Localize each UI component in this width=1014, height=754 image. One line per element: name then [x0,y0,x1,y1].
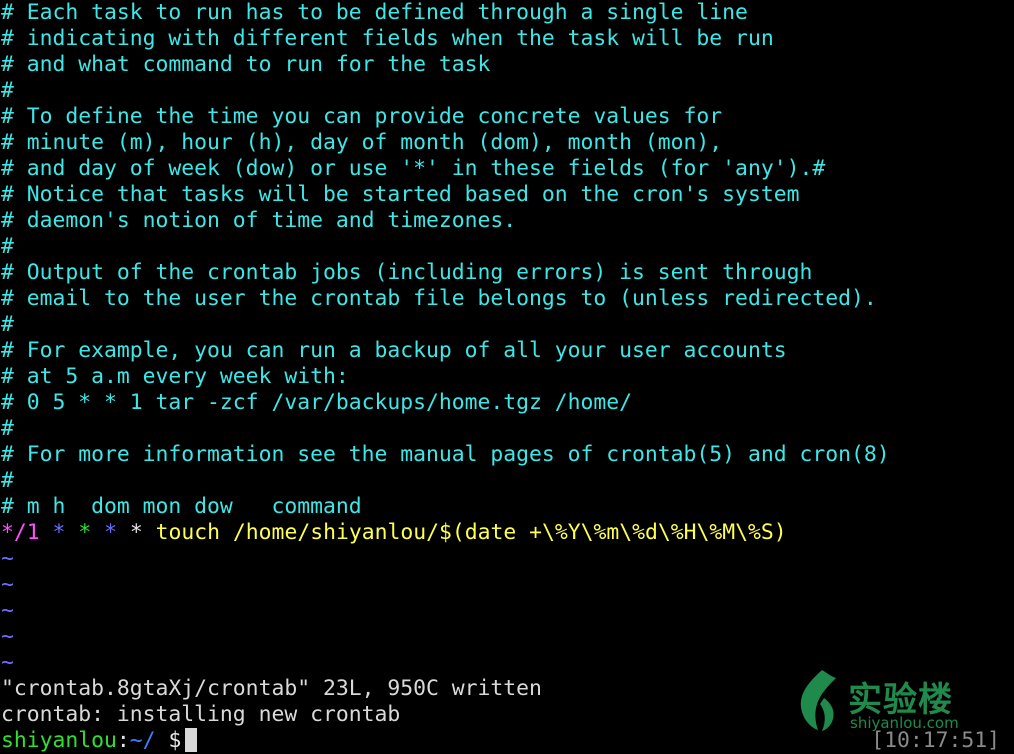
crontab-comment-line: # Output of the crontab jobs (including … [1,260,813,285]
crontab-comment-line: # To define the time you can provide con… [1,104,723,129]
watermark-subtitle: shiyanlou.com [850,714,959,732]
crontab-comment-line: # at 5 a.m every week with: [1,364,349,389]
empty-line-tilde: ~ [1,650,14,675]
prompt-separator: : [116,728,130,753]
crontab-comment-line: # For more information see the manual pa… [1,442,890,467]
cron-command-field: touch /home/shiyanlou/$(date +\%Y\%m\%d\… [155,520,787,545]
empty-line-tilde: ~ [1,546,14,571]
crontab-comment-line: # 0 5 * * 1 tar -zcf /var/backups/home.t… [1,390,633,415]
crontab-install-message: crontab: installing new crontab [1,702,401,727]
shiyanlou-leaf-logo-icon [800,670,836,731]
cron-hour-field: * [52,520,66,545]
empty-line-tilde: ~ [1,624,14,649]
crontab-comment-line: # minute (m), hour (h), day of month (do… [1,130,723,155]
crontab-comment-line: # [1,312,14,337]
crontab-comment-line: # Each task to run has to be defined thr… [1,0,748,25]
prompt-symbol: $ [168,728,182,753]
file-written-message: "crontab.8gtaXj/crontab" 23L, 950C writt… [1,676,542,701]
crontab-comment-line: # m h dom mon dow command [1,494,362,519]
prompt-user: shiyanlou [1,728,117,753]
cron-minute-field: */1 [1,520,40,545]
prompt-path: ~/ [129,728,156,753]
crontab-comment-line: # For example, you can run a backup of a… [1,338,787,363]
terminal-window[interactable]: # Each task to run has to be defined thr… [0,0,1014,754]
crontab-comment-line: # [1,78,14,103]
crontab-comment-line: # indicating with different fields when … [1,26,774,51]
crontab-comment-line: # [1,468,14,493]
cron-dow-field: * [129,520,143,545]
crontab-comment-line: # [1,416,14,441]
empty-line-tilde: ~ [1,598,14,623]
crontab-comment-line: # and what command to run for the task [1,52,491,77]
crontab-comment-line: # Notice that tasks will be started base… [1,182,800,207]
cron-mon-field: * [104,520,117,545]
cron-entry-line[interactable]: */1 * * * * touch /home/shiyanlou/$(date… [1,520,787,546]
empty-line-tilde: ~ [1,572,14,597]
crontab-comment-line: # [1,234,14,259]
crontab-comment-line: # daemon's notion of time and timezones. [1,208,517,233]
crontab-comment-line: # email to the user the crontab file bel… [1,286,877,311]
shell-prompt[interactable]: shiyanlou:~/ $ [1,728,198,754]
cron-dom-field: * [78,520,92,545]
text-cursor[interactable] [185,728,198,752]
crontab-comment-line: # and day of week (dow) or use '*' in th… [1,156,826,181]
shiyanlou-watermark: 实验楼 shiyanlou.com [796,668,976,732]
